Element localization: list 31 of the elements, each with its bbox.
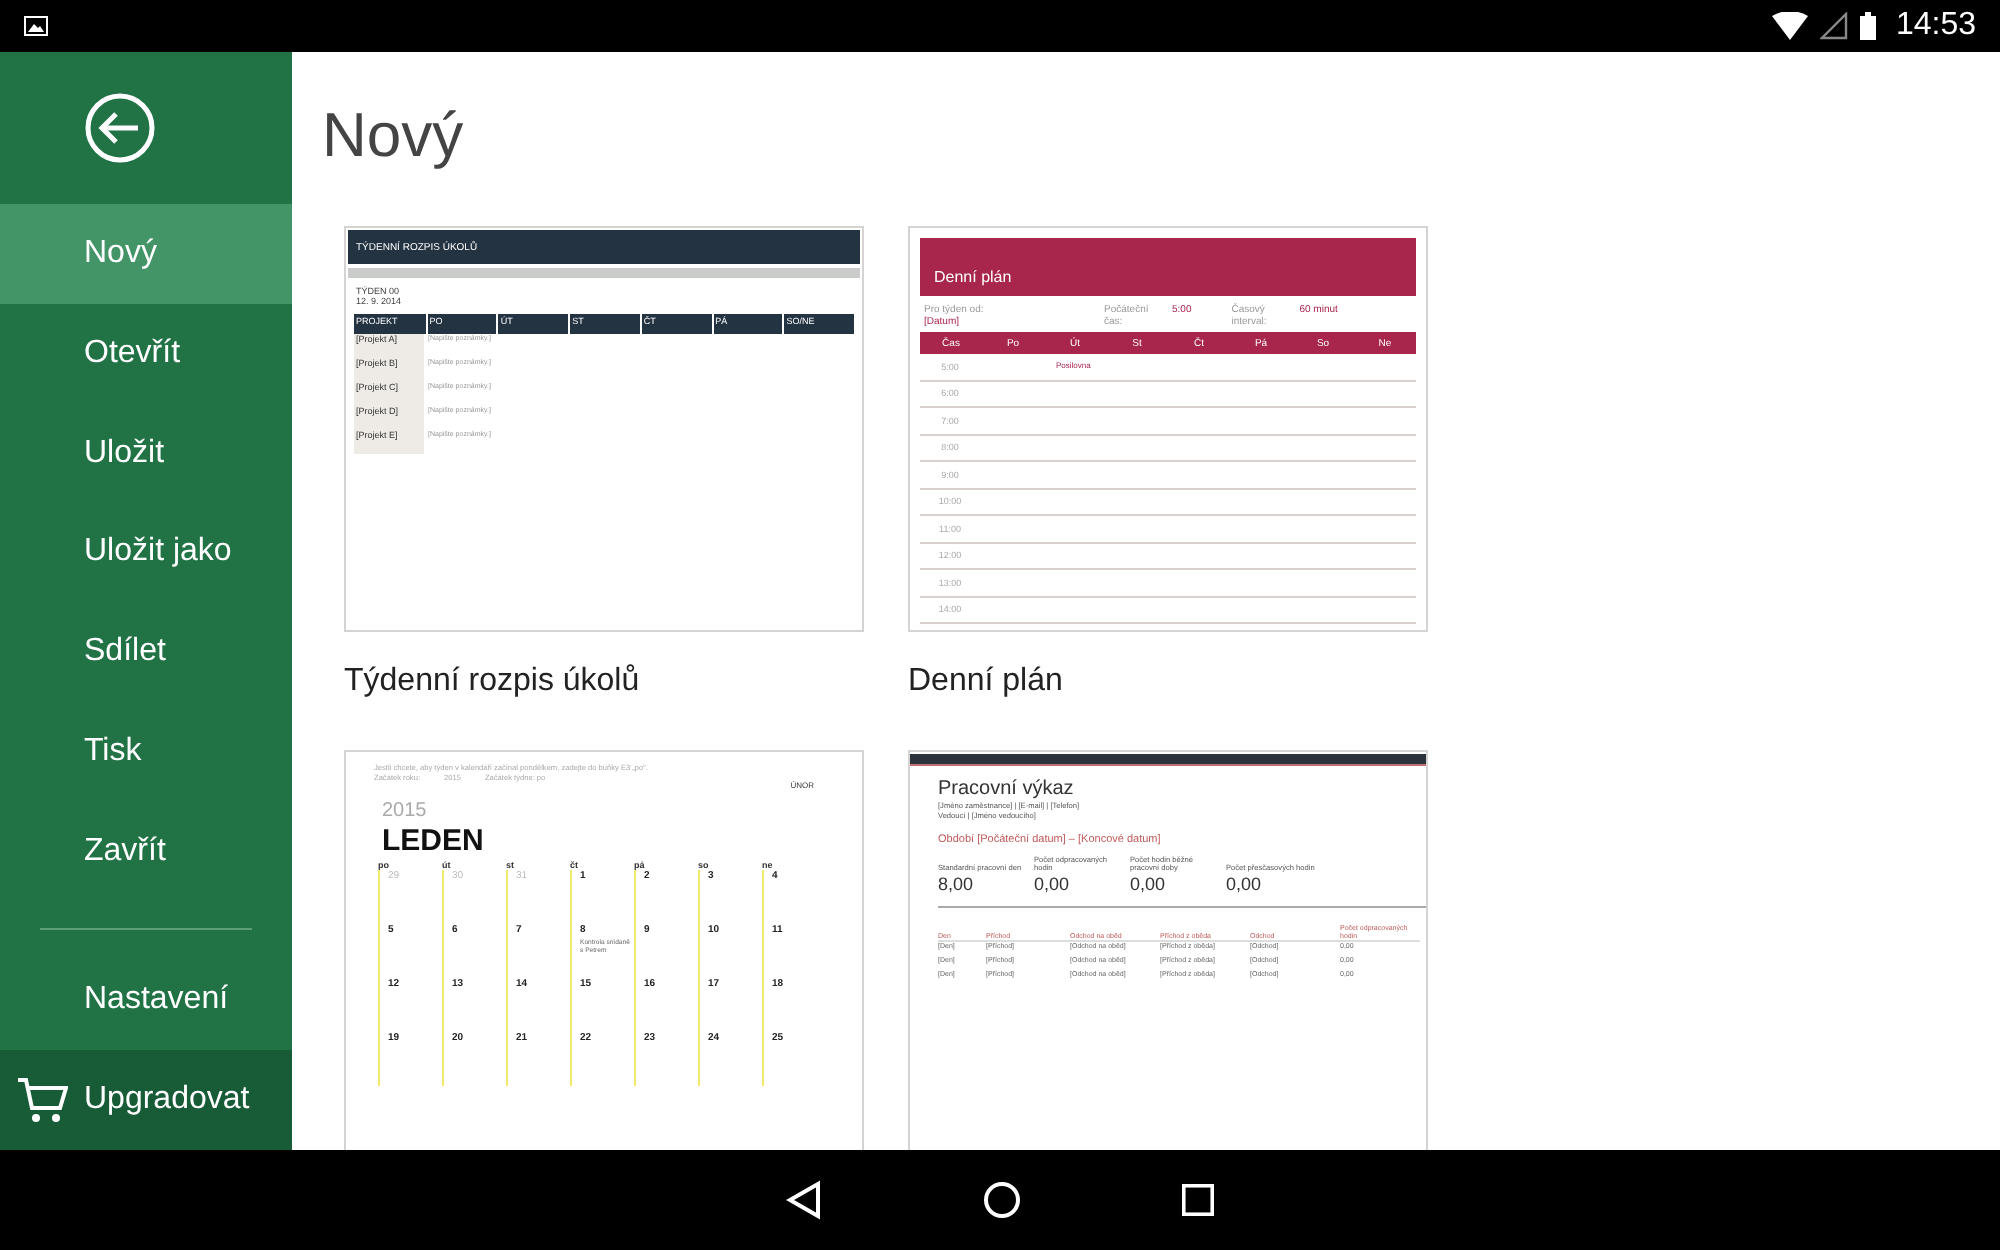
stat-value: 8,00 [938,873,976,896]
stat-value: 0,00 [1034,873,1072,896]
preview-title: Denní plán [934,268,1012,288]
template-preview[interactable] [344,226,864,632]
month-title: LEDEN [382,823,486,860]
sidebar-item[interactable]: Nastavení [0,950,292,1051]
signal-icon [1819,12,1848,40]
template-name[interactable]: Týdenní rozpis úkolů [344,664,864,700]
battery-icon [1859,12,1876,40]
stat-value: 0,00 [1226,873,1264,896]
preview-title: Pracovní výkaz [938,778,1076,802]
sidebar-item[interactable]: Uložit jako [0,502,292,603]
sidebar-item[interactable]: Zavřít [0,801,292,901]
wifi-icon [1771,12,1808,40]
cart-icon [16,1076,68,1125]
sidebar-item[interactable]: Nový [0,204,292,304]
page-title: Nový [322,100,466,172]
gallery-icon [24,16,48,36]
year-text: 2015 [382,799,429,824]
back-icon[interactable] [786,1180,822,1220]
sidebar-item[interactable]: Sdílet [0,602,292,702]
sidebar-item[interactable]: Uložit [0,403,292,503]
stat-value: 0,00 [1130,873,1168,896]
template-name[interactable]: Denní plán [908,664,1428,700]
clock: 14:53 [1895,8,1976,44]
sidebar-item[interactable]: Tisk [0,701,292,802]
recent-apps-icon[interactable] [1182,1184,1214,1216]
upgrade-button[interactable]: Upgradovat [0,1050,292,1150]
sidebar-item[interactable]: Otevřít [0,303,292,404]
template-preview[interactable] [908,750,1428,1150]
home-icon[interactable] [982,1180,1022,1220]
